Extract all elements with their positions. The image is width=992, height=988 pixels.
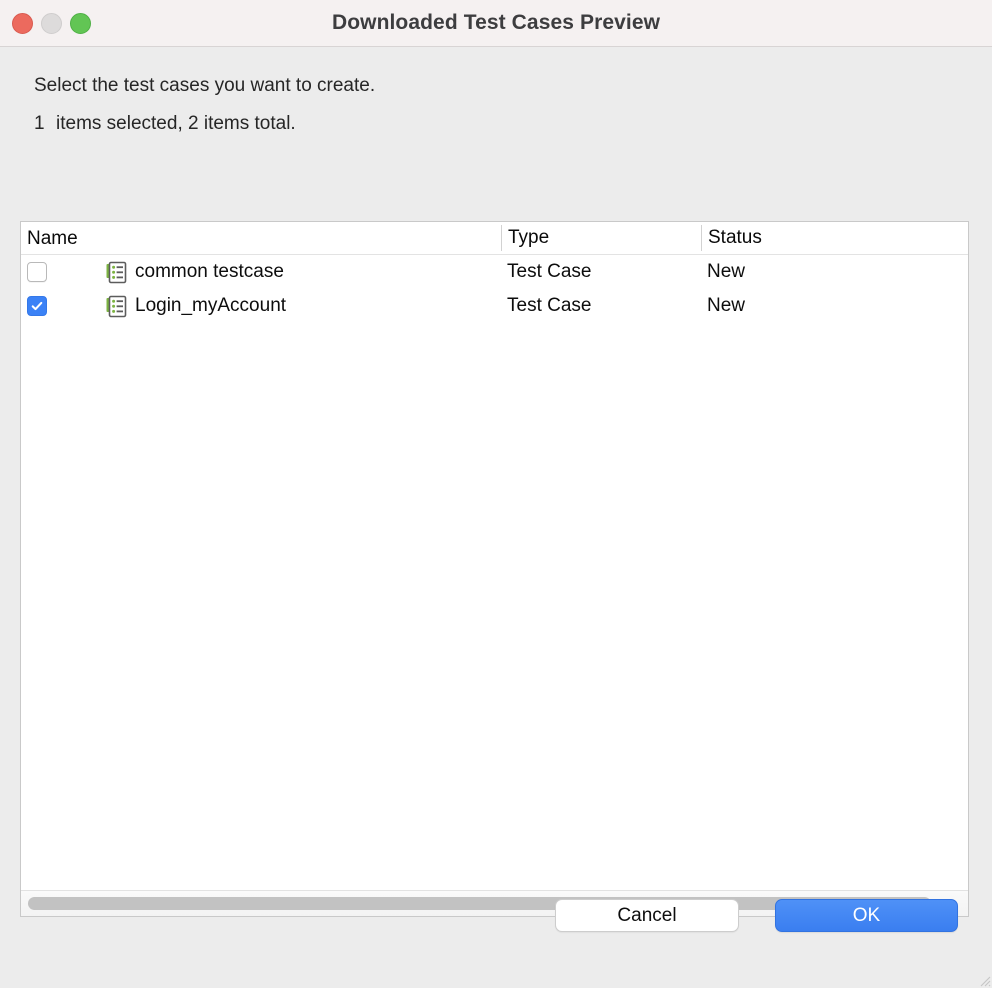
- instruction-text: Select the test cases you want to create…: [34, 75, 376, 96]
- cell-type: Test Case: [507, 261, 592, 282]
- selected-count: 1: [34, 113, 45, 134]
- row-checkbox[interactable]: [27, 262, 47, 282]
- row-checkbox[interactable]: [27, 296, 47, 316]
- table-header-row: Name Type Status: [21, 222, 968, 255]
- window-controls: [12, 13, 91, 34]
- close-button[interactable]: [12, 13, 33, 34]
- resize-handle-icon[interactable]: [977, 973, 991, 987]
- selection-summary: 1 items selected, 2 items total.: [34, 112, 992, 136]
- cell-name: common testcase: [27, 255, 284, 289]
- instructions-block: Select the test cases you want to create…: [0, 47, 992, 136]
- test-case-table: Name Type Status common testcase Test Ca…: [20, 221, 969, 917]
- testcase-document-icon: [105, 261, 127, 284]
- selection-summary-text: items selected, 2 items total.: [56, 113, 296, 134]
- cell-status: New: [707, 261, 746, 282]
- table-body: common testcase Test Case New Login_myAc…: [21, 255, 968, 890]
- minimize-button[interactable]: [41, 13, 62, 34]
- column-header-name[interactable]: Name: [27, 222, 78, 255]
- title-bar: Downloaded Test Cases Preview: [0, 0, 992, 47]
- table-row[interactable]: common testcase Test Case New: [21, 255, 968, 289]
- row-name-label: Login_myAccount: [135, 295, 287, 316]
- table-row[interactable]: Login_myAccount Test Case New: [21, 289, 968, 323]
- cancel-button[interactable]: Cancel: [555, 899, 739, 932]
- testcase-document-icon: [105, 295, 127, 318]
- cell-status: New: [707, 295, 746, 316]
- dialog-footer: Cancel OK: [0, 888, 992, 988]
- dialog-body: Select the test cases you want to create…: [0, 47, 992, 988]
- checkmark-icon: [31, 301, 43, 311]
- dialog-window: Downloaded Test Cases Preview Select the…: [0, 0, 992, 988]
- ok-button[interactable]: OK: [775, 899, 958, 932]
- column-header-type[interactable]: Type: [501, 225, 549, 251]
- window-title: Downloaded Test Cases Preview: [331, 11, 661, 34]
- column-header-status[interactable]: Status: [701, 225, 762, 251]
- maximize-button[interactable]: [70, 13, 91, 34]
- row-name-label: common testcase: [135, 261, 284, 282]
- cell-name: Login_myAccount: [27, 289, 286, 323]
- cell-type: Test Case: [507, 295, 592, 316]
